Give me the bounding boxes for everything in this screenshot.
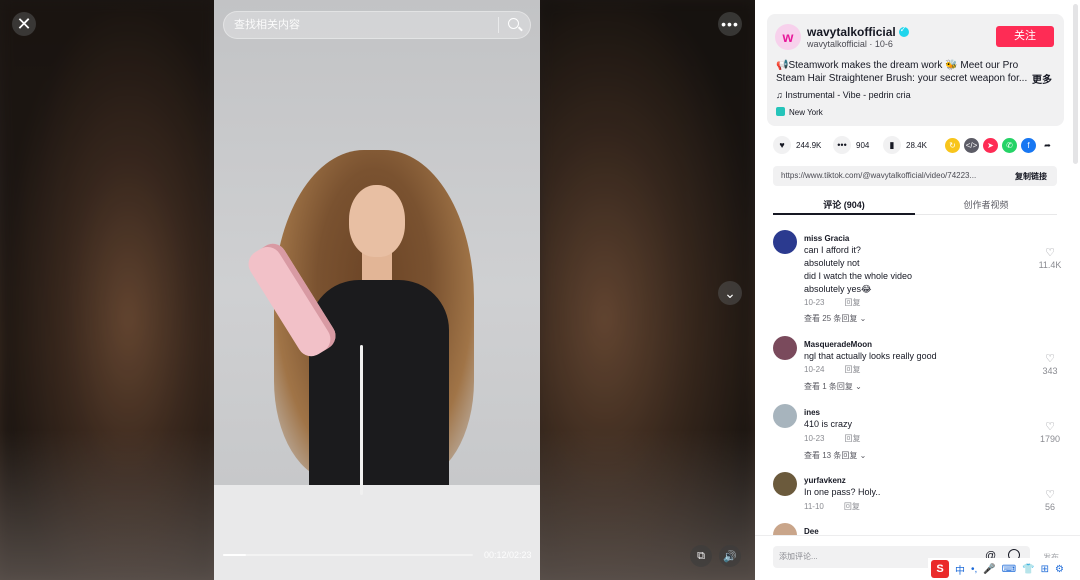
view-replies-link[interactable]: 查看 13 条回复 ⌄ (804, 450, 866, 461)
comment-text: In one pass? Holy.. (804, 487, 881, 497)
volume-icon: 🔊 (723, 550, 737, 563)
share-repost-icon[interactable]: ↻ (945, 138, 960, 153)
share-send-icon[interactable]: ➤ (983, 138, 998, 153)
chevron-down-icon: ⌄ (724, 284, 736, 301)
comment-meta: 11-10 回复 (804, 502, 860, 511)
ime-toolbox-icon[interactable]: ⊞ (1041, 564, 1049, 575)
video-player[interactable] (214, 0, 540, 580)
reply-button[interactable]: 回复 (844, 365, 860, 374)
view-replies-link[interactable]: 查看 25 条回复 ⌄ (804, 313, 866, 324)
panel-scrollbar[interactable] (1073, 4, 1078, 164)
ime-language-toggle[interactable]: 中 (955, 562, 965, 577)
commenter-avatar[interactable] (773, 404, 797, 428)
blurred-backdrop-left-bottom (0, 430, 214, 580)
heart-outline-icon: ♡ (1045, 421, 1055, 433)
location-icon (776, 107, 785, 116)
more-icon: ••• (721, 16, 739, 32)
close-button[interactable]: ✕ (12, 12, 36, 36)
commenter-avatar[interactable] (773, 336, 797, 360)
heart-outline-icon: ♡ (1045, 489, 1055, 501)
ime-toolbar: S 中 •, 🎤 ⌨ 👕 ⊞ ⚙ (928, 558, 1080, 580)
heart-outline-icon: ♡ (1045, 353, 1055, 365)
comment-icon: ••• (833, 136, 851, 154)
author-subline: wavytalkofficial · 10-6 (807, 39, 893, 49)
comment-text: ngl that actually looks really good (804, 351, 937, 361)
post-description: 📢Steamwork makes the dream work 🐝 Meet o… (776, 60, 1028, 84)
copy-link-button[interactable]: 复制链接 (1015, 171, 1047, 182)
search-input[interactable]: 查找相关内容 (223, 11, 531, 39)
comment-like-button[interactable]: ♡ 11.4K (1035, 246, 1065, 270)
ime-settings-icon[interactable]: ⚙ (1055, 564, 1064, 575)
commenter-name[interactable]: yurfavkenz (804, 476, 846, 485)
volume-button[interactable]: 🔊 (719, 545, 741, 567)
verified-badge-icon (898, 25, 909, 37)
ime-skin-icon[interactable]: 👕 (1022, 564, 1034, 575)
next-video-button[interactable]: ⌄ (718, 281, 742, 305)
commenter-avatar[interactable] (773, 472, 797, 496)
tab-creator-videos[interactable]: 创作者视频 (915, 198, 1057, 211)
comment-like-button[interactable]: ♡ 56 (1035, 488, 1065, 512)
comment-button[interactable]: ••• 904 (833, 136, 869, 154)
comment-meta: 10-23 回复 (804, 434, 861, 443)
search-placeholder: 查找相关内容 (234, 19, 300, 31)
share-embed-icon[interactable]: </> (964, 138, 979, 153)
like-button[interactable]: ♥ 244.9K (773, 136, 821, 154)
panel-tabs: 评论 (904) 创作者视频 (773, 191, 1057, 215)
comment-meta: 10-23 回复 (804, 298, 861, 307)
ime-voice-icon[interactable]: 🎤 (983, 564, 995, 575)
ime-logo-icon[interactable]: S (931, 560, 949, 578)
author-avatar[interactable]: w (775, 24, 801, 50)
more-options-button[interactable]: ••• (718, 12, 742, 36)
video-url[interactable]: https://www.tiktok.com/@wavytalkofficial… (781, 171, 1003, 180)
heart-outline-icon: ♡ (1045, 247, 1055, 259)
reply-button[interactable]: 回复 (844, 434, 860, 443)
favorite-button[interactable]: ▮ 28.4K (883, 136, 927, 154)
progress-fill (223, 554, 246, 556)
video-stage (0, 0, 755, 580)
post-info-card: w wavytalkofficial wavytalkofficial · 10… (767, 14, 1064, 126)
heart-icon: ♥ (773, 136, 791, 154)
view-replies-link[interactable]: 查看 1 条回复 ⌄ (804, 381, 862, 392)
reply-button[interactable]: 回复 (844, 298, 860, 307)
comment-text: 410 is crazy (804, 419, 853, 429)
details-panel: w wavytalkofficial wavytalkofficial · 10… (755, 0, 1080, 580)
bookmark-icon: ▮ (883, 136, 901, 154)
active-tab-indicator (773, 213, 915, 215)
comment-text: can I afford it? absolutely not did I wa… (804, 245, 913, 294)
comment-meta: 10-24 回复 (804, 365, 861, 374)
search-icon[interactable] (508, 18, 519, 29)
pip-icon: ⧉ (697, 549, 705, 562)
location-tag[interactable]: New York (776, 107, 823, 117)
close-icon: ✕ (16, 13, 32, 34)
picture-in-picture-button[interactable]: ⧉ (690, 545, 712, 567)
progress-bar[interactable] (223, 554, 473, 556)
comment-like-button[interactable]: ♡ 343 (1035, 352, 1065, 376)
author-username[interactable]: wavytalkofficial (807, 25, 909, 39)
expand-description-link[interactable]: 更多 (1032, 71, 1052, 86)
playback-time: 00:12/02:23 (484, 550, 532, 560)
video-link-box: https://www.tiktok.com/@wavytalkofficial… (773, 166, 1057, 186)
ime-keyboard-icon[interactable]: ⌨ (1002, 564, 1016, 575)
commenter-name[interactable]: miss Gracia (804, 234, 849, 243)
ime-punctuation-icon[interactable]: •, (971, 564, 977, 575)
follow-button[interactable]: 关注 (996, 26, 1054, 47)
reply-button[interactable]: 回复 (844, 502, 860, 511)
share-whatsapp-icon[interactable]: ✆ (1002, 138, 1017, 153)
commenter-name[interactable]: MasqueradeMoon (804, 340, 872, 349)
share-more-icon[interactable]: ➦ (1040, 138, 1055, 153)
share-facebook-icon[interactable]: f (1021, 138, 1036, 153)
music-link[interactable]: ♫ Instrumental - Vibe - pedrin cria (776, 90, 911, 100)
commenter-avatar[interactable] (773, 230, 797, 254)
commenter-name[interactable]: ines (804, 408, 820, 417)
tab-comments[interactable]: 评论 (904) (773, 198, 915, 211)
comment-like-button[interactable]: ♡ 1790 (1035, 420, 1065, 444)
